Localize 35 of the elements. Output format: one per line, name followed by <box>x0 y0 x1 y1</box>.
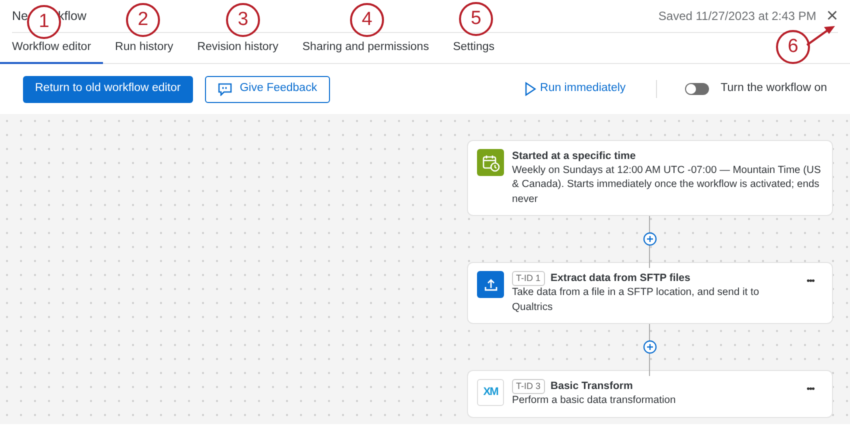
callout-marker: 6 <box>776 30 810 64</box>
play-icon <box>525 82 536 96</box>
callout-marker: 4 <box>350 3 384 37</box>
callout-marker: 2 <box>126 3 160 37</box>
return-button[interactable]: Return to old workflow editor <box>23 76 193 102</box>
task-id-tag: T-ID 3 <box>512 379 545 394</box>
calendar-clock-icon <box>477 149 504 176</box>
step-card[interactable]: Started at a specific time Weekly on Sundays at 12:00 AM UTC -07:00 — Mountain Time (US & Canada). Starts immediately once the workflow is activated; ends never <box>467 140 833 216</box>
callout-marker: 3 <box>226 3 260 37</box>
step-title: Started at a specific time <box>512 149 636 164</box>
step-description: Take data from a file in a SFTP location, and send it to Qualtrics <box>512 286 760 314</box>
chat-icon <box>218 82 232 96</box>
add-step-icon[interactable] <box>643 232 657 246</box>
close-button[interactable]: × <box>816 6 838 26</box>
add-step-icon[interactable] <box>643 340 657 354</box>
step-description: Weekly on Sundays at 12:00 AM UTC -07:00 — Mountain Time (US & Canada). Starts immediately once the workflow is activated; ends never <box>512 164 822 206</box>
tab[interactable]: Settings <box>440 33 507 64</box>
xm-logo-icon: XM <box>477 379 504 406</box>
upload-icon <box>477 271 504 298</box>
feedback-button[interactable]: Give Feedback <box>204 76 330 102</box>
toggle-switch[interactable] <box>684 83 709 95</box>
toggle-label: Turn the workflow on <box>720 81 827 96</box>
step-card[interactable]: XM T-ID 3 Basic Transform Perform a basic data transformation ••• <box>467 370 833 418</box>
step-title: Basic Transform <box>550 379 633 394</box>
run-link[interactable]: Run immediately <box>525 80 626 98</box>
task-id-tag: T-ID 1 <box>512 271 545 286</box>
callout-marker: 5 <box>459 2 493 36</box>
tab[interactable]: Workflow editor <box>0 33 104 64</box>
saved-status: Saved 11/27/2023 at 2:43 PM <box>658 8 816 25</box>
more-button[interactable]: ••• <box>798 383 828 398</box>
step-title: Extract data from SFTP files <box>550 271 690 286</box>
step-description: Perform a basic data transformation <box>512 394 676 408</box>
step-card[interactable]: T-ID 1 Extract data from SFTP files Take data from a file in a SFTP location, and send it to Qualtrics ••• <box>467 262 833 324</box>
title-text: Ne <box>12 8 28 25</box>
more-button[interactable]: ••• <box>798 275 828 290</box>
